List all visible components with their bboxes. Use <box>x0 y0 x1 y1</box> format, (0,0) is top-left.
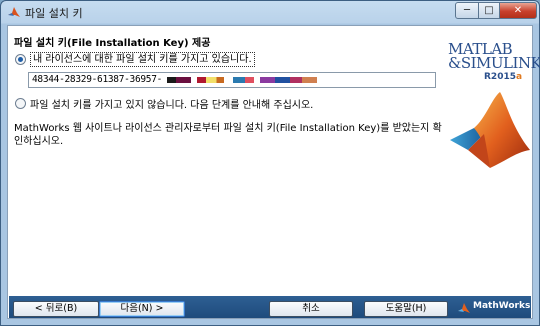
no-key-radio[interactable] <box>15 98 26 109</box>
have-key-radio[interactable] <box>15 54 26 65</box>
cancel-button[interactable]: 취소 <box>269 301 353 317</box>
window-title: 파일 설치 키 <box>25 7 83 20</box>
dialog-content: 파일 설치 키(File Installation Key) 제공 내 라이선스… <box>7 25 540 319</box>
mathworks-wordmark: MathWorks <box>473 301 531 311</box>
close-button[interactable]: ✕ <box>499 2 537 19</box>
button-bar: < 뒤로(B) 다음(N) > 취소 도움말(H) MathWorks <box>9 296 531 318</box>
instruction-text: MathWorks 웹 사이트나 라이선스 관리자로부터 파일 설치 키(Fil… <box>14 123 442 147</box>
maximize-button[interactable]: □ <box>478 2 500 19</box>
file-installation-key-input[interactable]: 48344-28329-61387-36957- <box>28 72 436 88</box>
simulink-wordmark: &SIMULINK <box>448 54 540 72</box>
release-suffix: a <box>515 72 523 82</box>
have-key-label[interactable]: 내 라이선스에 대한 파일 설치 키를 가지고 있습니다. <box>30 52 255 67</box>
mathworks-logo: MathWorks <box>457 300 531 316</box>
matlab-app-icon <box>8 7 20 17</box>
back-button[interactable]: < 뒤로(B) <box>13 301 99 317</box>
release-number: R2015 <box>484 72 516 82</box>
installer-window: 파일 설치 키 ─ □ ✕ 파일 설치 키(File Installation … <box>0 0 540 326</box>
mathworks-membrane-icon <box>458 303 470 313</box>
no-key-label[interactable]: 파일 설치 키를 가지고 있지 않습니다. 다음 단계를 안내해 주십시오. <box>30 96 313 111</box>
matlab-membrane-logo-icon <box>450 92 530 168</box>
key-input-value: 48344-28329-61387-36957- <box>32 74 163 85</box>
next-button[interactable]: 다음(N) > <box>99 301 185 317</box>
page-heading: 파일 설치 키(File Installation Key) 제공 <box>14 38 211 49</box>
release-label: R2015a <box>484 72 522 82</box>
redacted-key-segment <box>167 77 317 83</box>
title-bar[interactable]: 파일 설치 키 ─ □ ✕ <box>1 1 539 23</box>
help-button[interactable]: 도움말(H) <box>364 301 448 317</box>
minimize-button[interactable]: ─ <box>455 2 479 19</box>
